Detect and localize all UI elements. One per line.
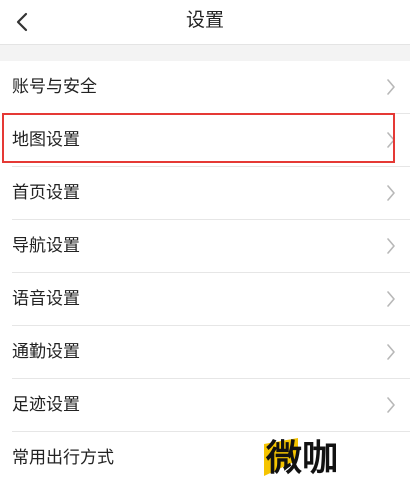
settings-item-commute[interactable]: 通勤设置 <box>0 326 410 379</box>
settings-item-label: 常用出行方式 <box>12 448 114 468</box>
watermark-logo: 微咖 <box>264 438 338 479</box>
settings-item-map[interactable]: 地图设置 <box>0 114 410 167</box>
settings-item-label: 导航设置 <box>12 236 80 256</box>
navigation-bar: 设置 <box>0 0 410 44</box>
chevron-right-icon <box>387 185 395 201</box>
settings-item-account-security[interactable]: 账号与安全 <box>0 61 410 114</box>
watermark-text: 微咖 <box>265 438 338 479</box>
settings-item-navigation[interactable]: 导航设置 <box>0 220 410 273</box>
settings-list: 账号与安全 地图设置 首页设置 导航设置 语音设置 通勤设置 足迹设置 常用出行… <box>0 61 410 484</box>
chevron-right-icon <box>387 79 395 95</box>
settings-screen: 设置 账号与安全 地图设置 首页设置 导航设置 语音设置 通勤设置 足迹设置 常… <box>0 0 410 484</box>
settings-item-label: 账号与安全 <box>12 77 97 97</box>
page-title: 设置 <box>185 9 224 31</box>
settings-item-home[interactable]: 首页设置 <box>0 167 410 220</box>
section-divider <box>0 44 410 61</box>
settings-item-label: 首页设置 <box>12 183 80 203</box>
settings-item-footprint[interactable]: 足迹设置 <box>0 379 410 432</box>
chevron-right-icon <box>387 132 395 148</box>
settings-item-label: 地图设置 <box>12 130 80 150</box>
settings-item-label: 足迹设置 <box>12 395 80 415</box>
chevron-right-icon <box>387 344 395 360</box>
settings-item-label: 通勤设置 <box>12 342 80 362</box>
chevron-right-icon <box>387 397 395 413</box>
settings-item-label: 语音设置 <box>12 289 80 309</box>
chevron-right-icon <box>387 291 395 307</box>
chevron-right-icon <box>387 238 395 254</box>
settings-item-voice[interactable]: 语音设置 <box>0 273 410 326</box>
